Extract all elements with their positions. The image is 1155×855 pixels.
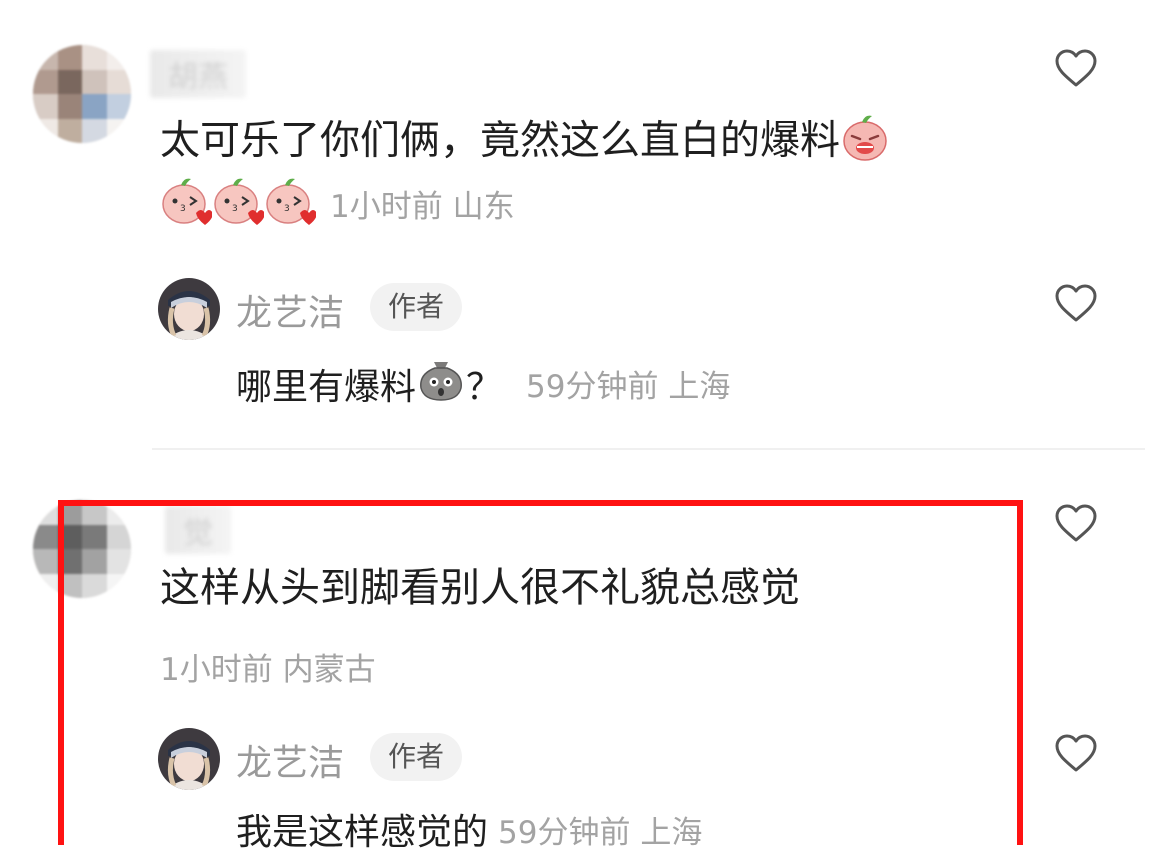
comment-timestamp-location: 1小时前 山东	[330, 188, 515, 225]
heart-outline-icon	[1055, 504, 1097, 542]
comment-divider	[152, 448, 1145, 450]
comment-body: 太可乐了你们俩，竟然这么直白的爆料	[160, 117, 840, 164]
comment-meta-row: 3 3 3 1小时前 山东	[160, 176, 515, 230]
like-button[interactable]	[1054, 503, 1098, 547]
like-button[interactable]	[1054, 283, 1098, 327]
heart-outline-icon	[1055, 49, 1097, 87]
reply-timestamp-location: 59分钟前 上海	[526, 369, 731, 405]
reply-text-row: 我是这样感觉的 59分钟前 上海	[236, 803, 702, 855]
like-button[interactable]	[1054, 48, 1098, 92]
author-badge: 作者	[370, 283, 463, 331]
commenter-avatar[interactable]	[33, 500, 131, 598]
commenter-username[interactable]: 胡燕	[150, 50, 246, 98]
sack-shocked-emoji	[416, 354, 466, 413]
reply-author-name[interactable]: 龙艺洁	[236, 734, 344, 786]
comment-text: 太可乐了你们俩，竟然这么直白的爆料	[160, 112, 890, 173]
reply-body: 哪里有爆料	[236, 366, 417, 408]
author-avatar[interactable]	[158, 278, 220, 340]
reply-text-row: 哪里有爆料 ？ 59分钟前 上海	[236, 354, 730, 413]
peach-kiss-emoji: 3	[212, 175, 265, 231]
peach-kiss-emoji: 3	[160, 175, 213, 231]
svg-text:3: 3	[232, 204, 238, 214]
heart-outline-icon	[1055, 734, 1097, 772]
commenter-username[interactable]: 觉	[165, 506, 231, 554]
svg-text:3: 3	[180, 204, 186, 214]
peach-kiss-emoji: 3	[264, 175, 317, 231]
heart-outline-icon	[1055, 284, 1097, 322]
reply-body: 我是这样感觉的	[236, 812, 489, 853]
svg-text:3: 3	[284, 204, 290, 214]
author-avatar[interactable]	[158, 728, 220, 790]
author-badge: 作者	[370, 733, 463, 781]
reply-suffix: ？	[466, 366, 503, 408]
commenter-avatar[interactable]	[33, 45, 131, 143]
like-button[interactable]	[1054, 733, 1098, 777]
comment-timestamp-location: 1小时前 内蒙古	[160, 652, 376, 688]
reply-author-name[interactable]: 龙艺洁	[236, 284, 344, 336]
comment-body: 这样从头到脚看别人很不礼貌总感觉	[160, 565, 800, 611]
peach-crying-emoji	[840, 112, 890, 173]
